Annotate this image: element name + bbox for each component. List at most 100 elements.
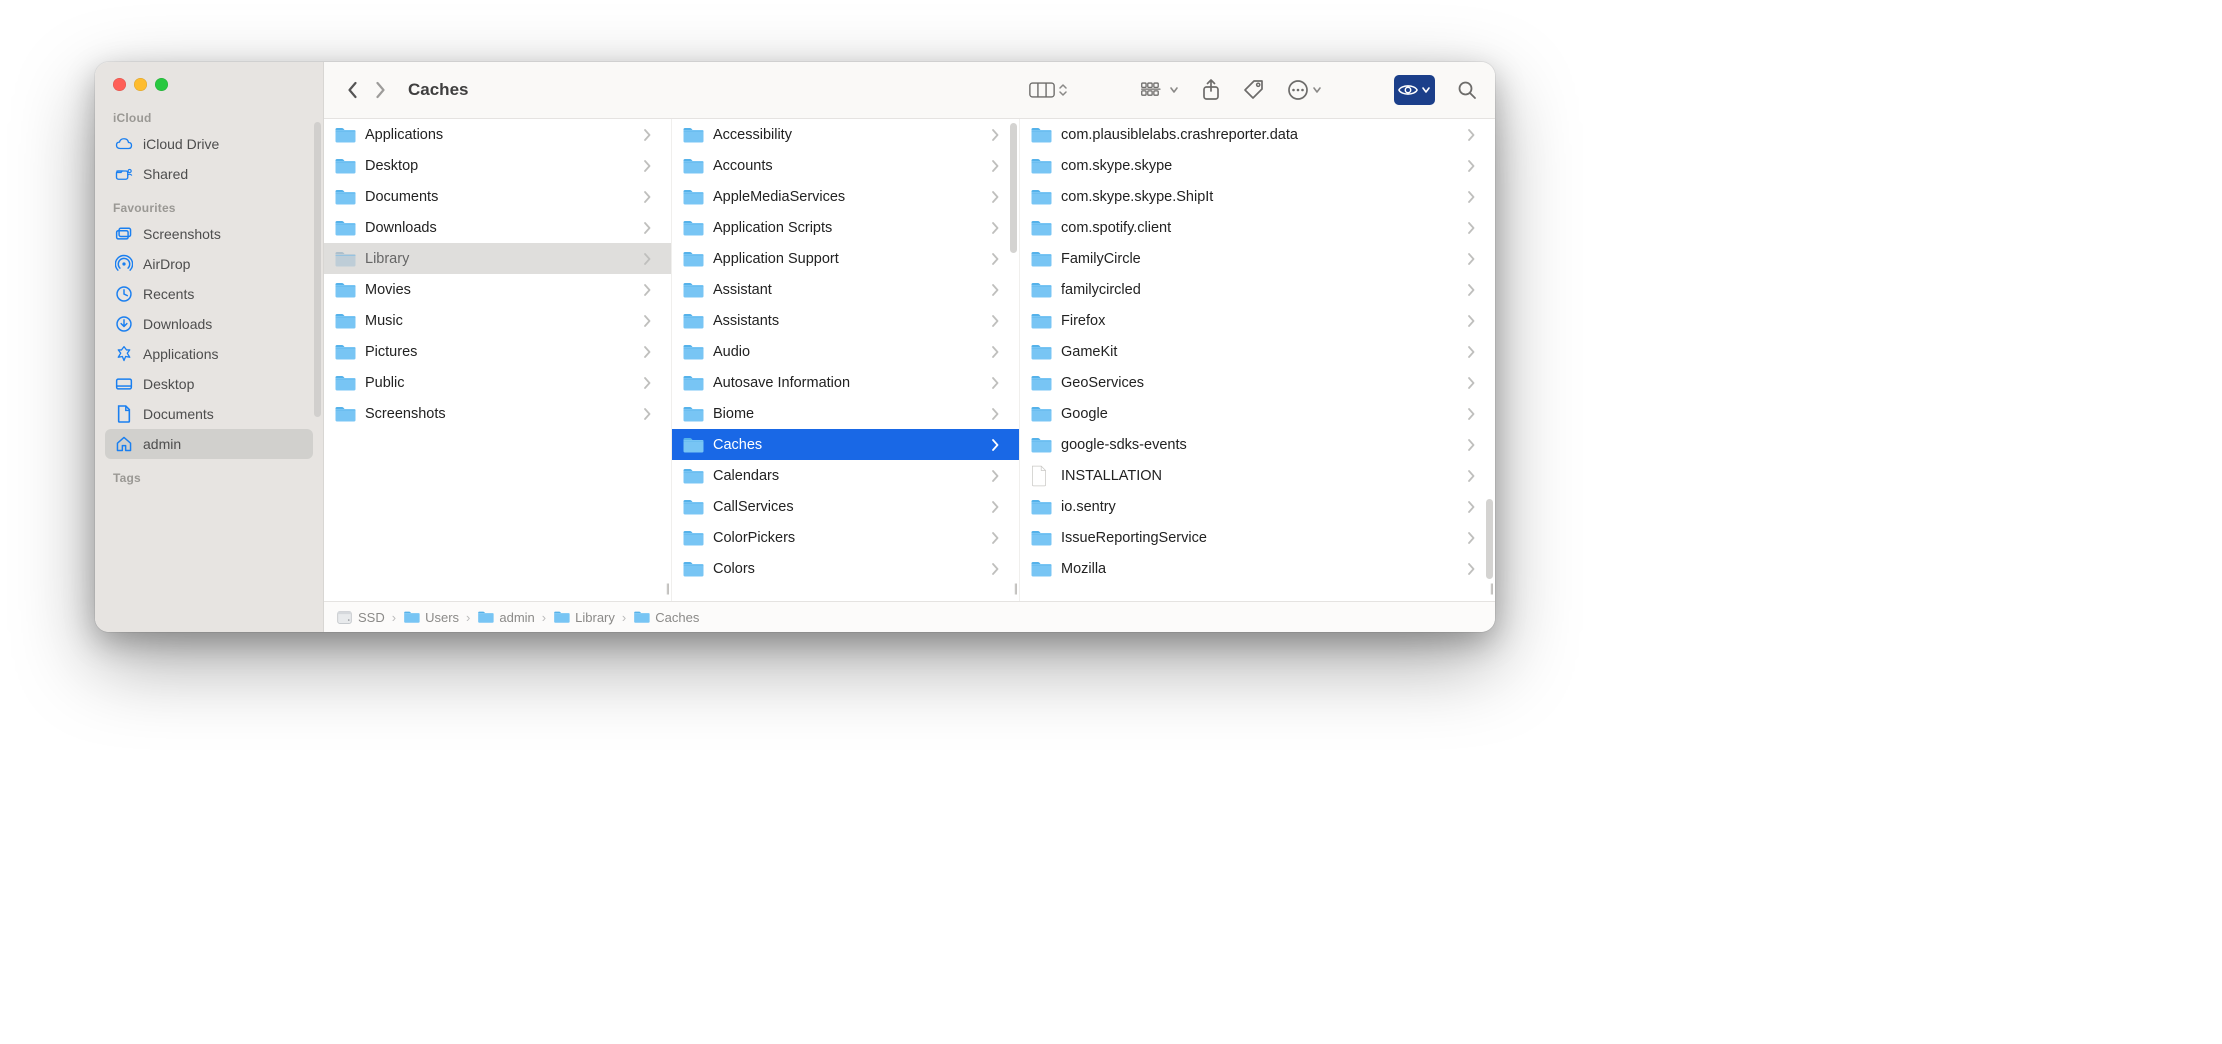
file-row[interactable]: Autosave Information: [672, 367, 1019, 398]
chevron-right-icon: [1467, 439, 1475, 451]
sidebar-scrollbar-thumb[interactable]: [314, 122, 321, 417]
file-row[interactable]: Movies: [324, 274, 671, 305]
breadcrumb-item[interactable]: Library: [553, 610, 615, 625]
share-button[interactable]: [1201, 76, 1221, 104]
file-row[interactable]: Mozilla: [1020, 553, 1495, 584]
nav-forward-button[interactable]: [366, 76, 394, 104]
file-row[interactable]: Desktop: [324, 150, 671, 181]
file-row[interactable]: Application Support: [672, 243, 1019, 274]
folder-icon: [1030, 312, 1052, 330]
file-row[interactable]: AppleMediaServices: [672, 181, 1019, 212]
breadcrumb-item[interactable]: admin: [477, 610, 534, 625]
file-row[interactable]: Downloads: [324, 212, 671, 243]
file-row[interactable]: com.skype.skype: [1020, 150, 1495, 181]
chevron-right-icon: [1467, 160, 1475, 172]
sidebar-item-admin[interactable]: admin: [105, 429, 313, 459]
sidebar: iCloudiCloud DriveSharedFavouritesScreen…: [95, 62, 324, 632]
sidebar-item-documents[interactable]: Documents: [105, 399, 313, 429]
column-resize-handle[interactable]: ||: [1490, 581, 1492, 595]
column-resize-handle[interactable]: ||: [666, 581, 668, 595]
file-row[interactable]: CallServices: [672, 491, 1019, 522]
file-row[interactable]: FamilyCircle: [1020, 243, 1495, 274]
sidebar-item-downloads[interactable]: Downloads: [105, 309, 313, 339]
file-row[interactable]: Accounts: [672, 150, 1019, 181]
file-row[interactable]: Biome: [672, 398, 1019, 429]
file-row[interactable]: INSTALLATION: [1020, 460, 1495, 491]
chevron-right-icon: [1467, 222, 1475, 234]
zoom-button[interactable]: [155, 78, 168, 91]
nav-back-button[interactable]: [338, 76, 366, 104]
file-row[interactable]: IssueReportingService: [1020, 522, 1495, 553]
minimize-button[interactable]: [134, 78, 147, 91]
sidebar-item-airdrop[interactable]: AirDrop: [105, 249, 313, 279]
file-row[interactable]: Public: [324, 367, 671, 398]
file-row[interactable]: familycircled: [1020, 274, 1495, 305]
chevron-right-icon: [643, 408, 651, 420]
folder-icon: [334, 188, 356, 206]
file-row[interactable]: Calendars: [672, 460, 1019, 491]
breadcrumb-item[interactable]: Caches: [633, 610, 699, 625]
file-row[interactable]: Google: [1020, 398, 1495, 429]
chevron-right-icon: [991, 439, 999, 451]
file-row[interactable]: com.plausiblelabs.crashreporter.data: [1020, 119, 1495, 150]
folder-icon: [1030, 250, 1052, 268]
file-name-label: familycircled: [1061, 282, 1458, 298]
view-columns-button[interactable]: [1029, 76, 1068, 104]
disk-icon: [336, 609, 353, 626]
column-scrollbar-thumb[interactable]: [1010, 123, 1017, 253]
sidebar-item-shared[interactable]: Shared: [105, 159, 313, 189]
folder-icon: [682, 281, 704, 299]
breadcrumb-separator-icon: ›: [466, 610, 470, 625]
file-row[interactable]: ColorPickers: [672, 522, 1019, 553]
breadcrumb-item[interactable]: Users: [403, 610, 459, 625]
more-actions-button[interactable]: [1287, 76, 1322, 104]
download-icon: [115, 315, 133, 333]
column-scrollbar-thumb[interactable]: [1486, 499, 1493, 579]
tags-button[interactable]: [1243, 76, 1265, 104]
file-row[interactable]: Pictures: [324, 336, 671, 367]
folder-icon: [1030, 374, 1052, 392]
file-row[interactable]: GameKit: [1020, 336, 1495, 367]
file-row[interactable]: Application Scripts: [672, 212, 1019, 243]
sidebar-item-desktop[interactable]: Desktop: [105, 369, 313, 399]
folder-icon: [682, 529, 704, 547]
file-row[interactable]: com.spotify.client: [1020, 212, 1495, 243]
sidebar-section-label: Tags: [95, 465, 323, 489]
file-row[interactable]: Caches: [672, 429, 1019, 460]
file-row[interactable]: com.skype.skype.ShipIt: [1020, 181, 1495, 212]
file-name-label: AppleMediaServices: [713, 189, 982, 205]
file-row[interactable]: GeoServices: [1020, 367, 1495, 398]
sidebar-item-applications[interactable]: Applications: [105, 339, 313, 369]
search-button[interactable]: [1457, 76, 1477, 104]
file-name-label: ColorPickers: [713, 530, 982, 546]
file-row[interactable]: io.sentry: [1020, 491, 1495, 522]
folder-icon: [682, 250, 704, 268]
file-row[interactable]: Library: [324, 243, 671, 274]
folder-icon: [1030, 157, 1052, 175]
sidebar-section-label: iCloud: [95, 105, 323, 129]
file-name-label: Mozilla: [1061, 561, 1458, 577]
sidebar-item-icloud-drive[interactable]: iCloud Drive: [105, 129, 313, 159]
sidebar-item-screenshots[interactable]: Screenshots: [105, 219, 313, 249]
file-name-label: INSTALLATION: [1061, 468, 1458, 484]
file-row[interactable]: Music: [324, 305, 671, 336]
file-row[interactable]: Assistant: [672, 274, 1019, 305]
file-row[interactable]: Accessibility: [672, 119, 1019, 150]
preview-toggle-button[interactable]: [1394, 75, 1435, 105]
column-resize-handle[interactable]: ||: [1014, 581, 1016, 595]
chevron-right-icon: [1467, 129, 1475, 141]
file-row[interactable]: Audio: [672, 336, 1019, 367]
file-row[interactable]: Screenshots: [324, 398, 671, 429]
file-row[interactable]: Firefox: [1020, 305, 1495, 336]
main-area: Caches: [324, 62, 1495, 632]
group-by-button[interactable]: [1140, 76, 1179, 104]
sidebar-item-recents[interactable]: Recents: [105, 279, 313, 309]
sidebar-item-label: AirDrop: [143, 256, 190, 272]
file-row[interactable]: Colors: [672, 553, 1019, 584]
file-row[interactable]: google-sdks-events: [1020, 429, 1495, 460]
file-row[interactable]: Documents: [324, 181, 671, 212]
close-button[interactable]: [113, 78, 126, 91]
file-row[interactable]: Applications: [324, 119, 671, 150]
breadcrumb-item[interactable]: SSD: [336, 609, 385, 626]
file-row[interactable]: Assistants: [672, 305, 1019, 336]
